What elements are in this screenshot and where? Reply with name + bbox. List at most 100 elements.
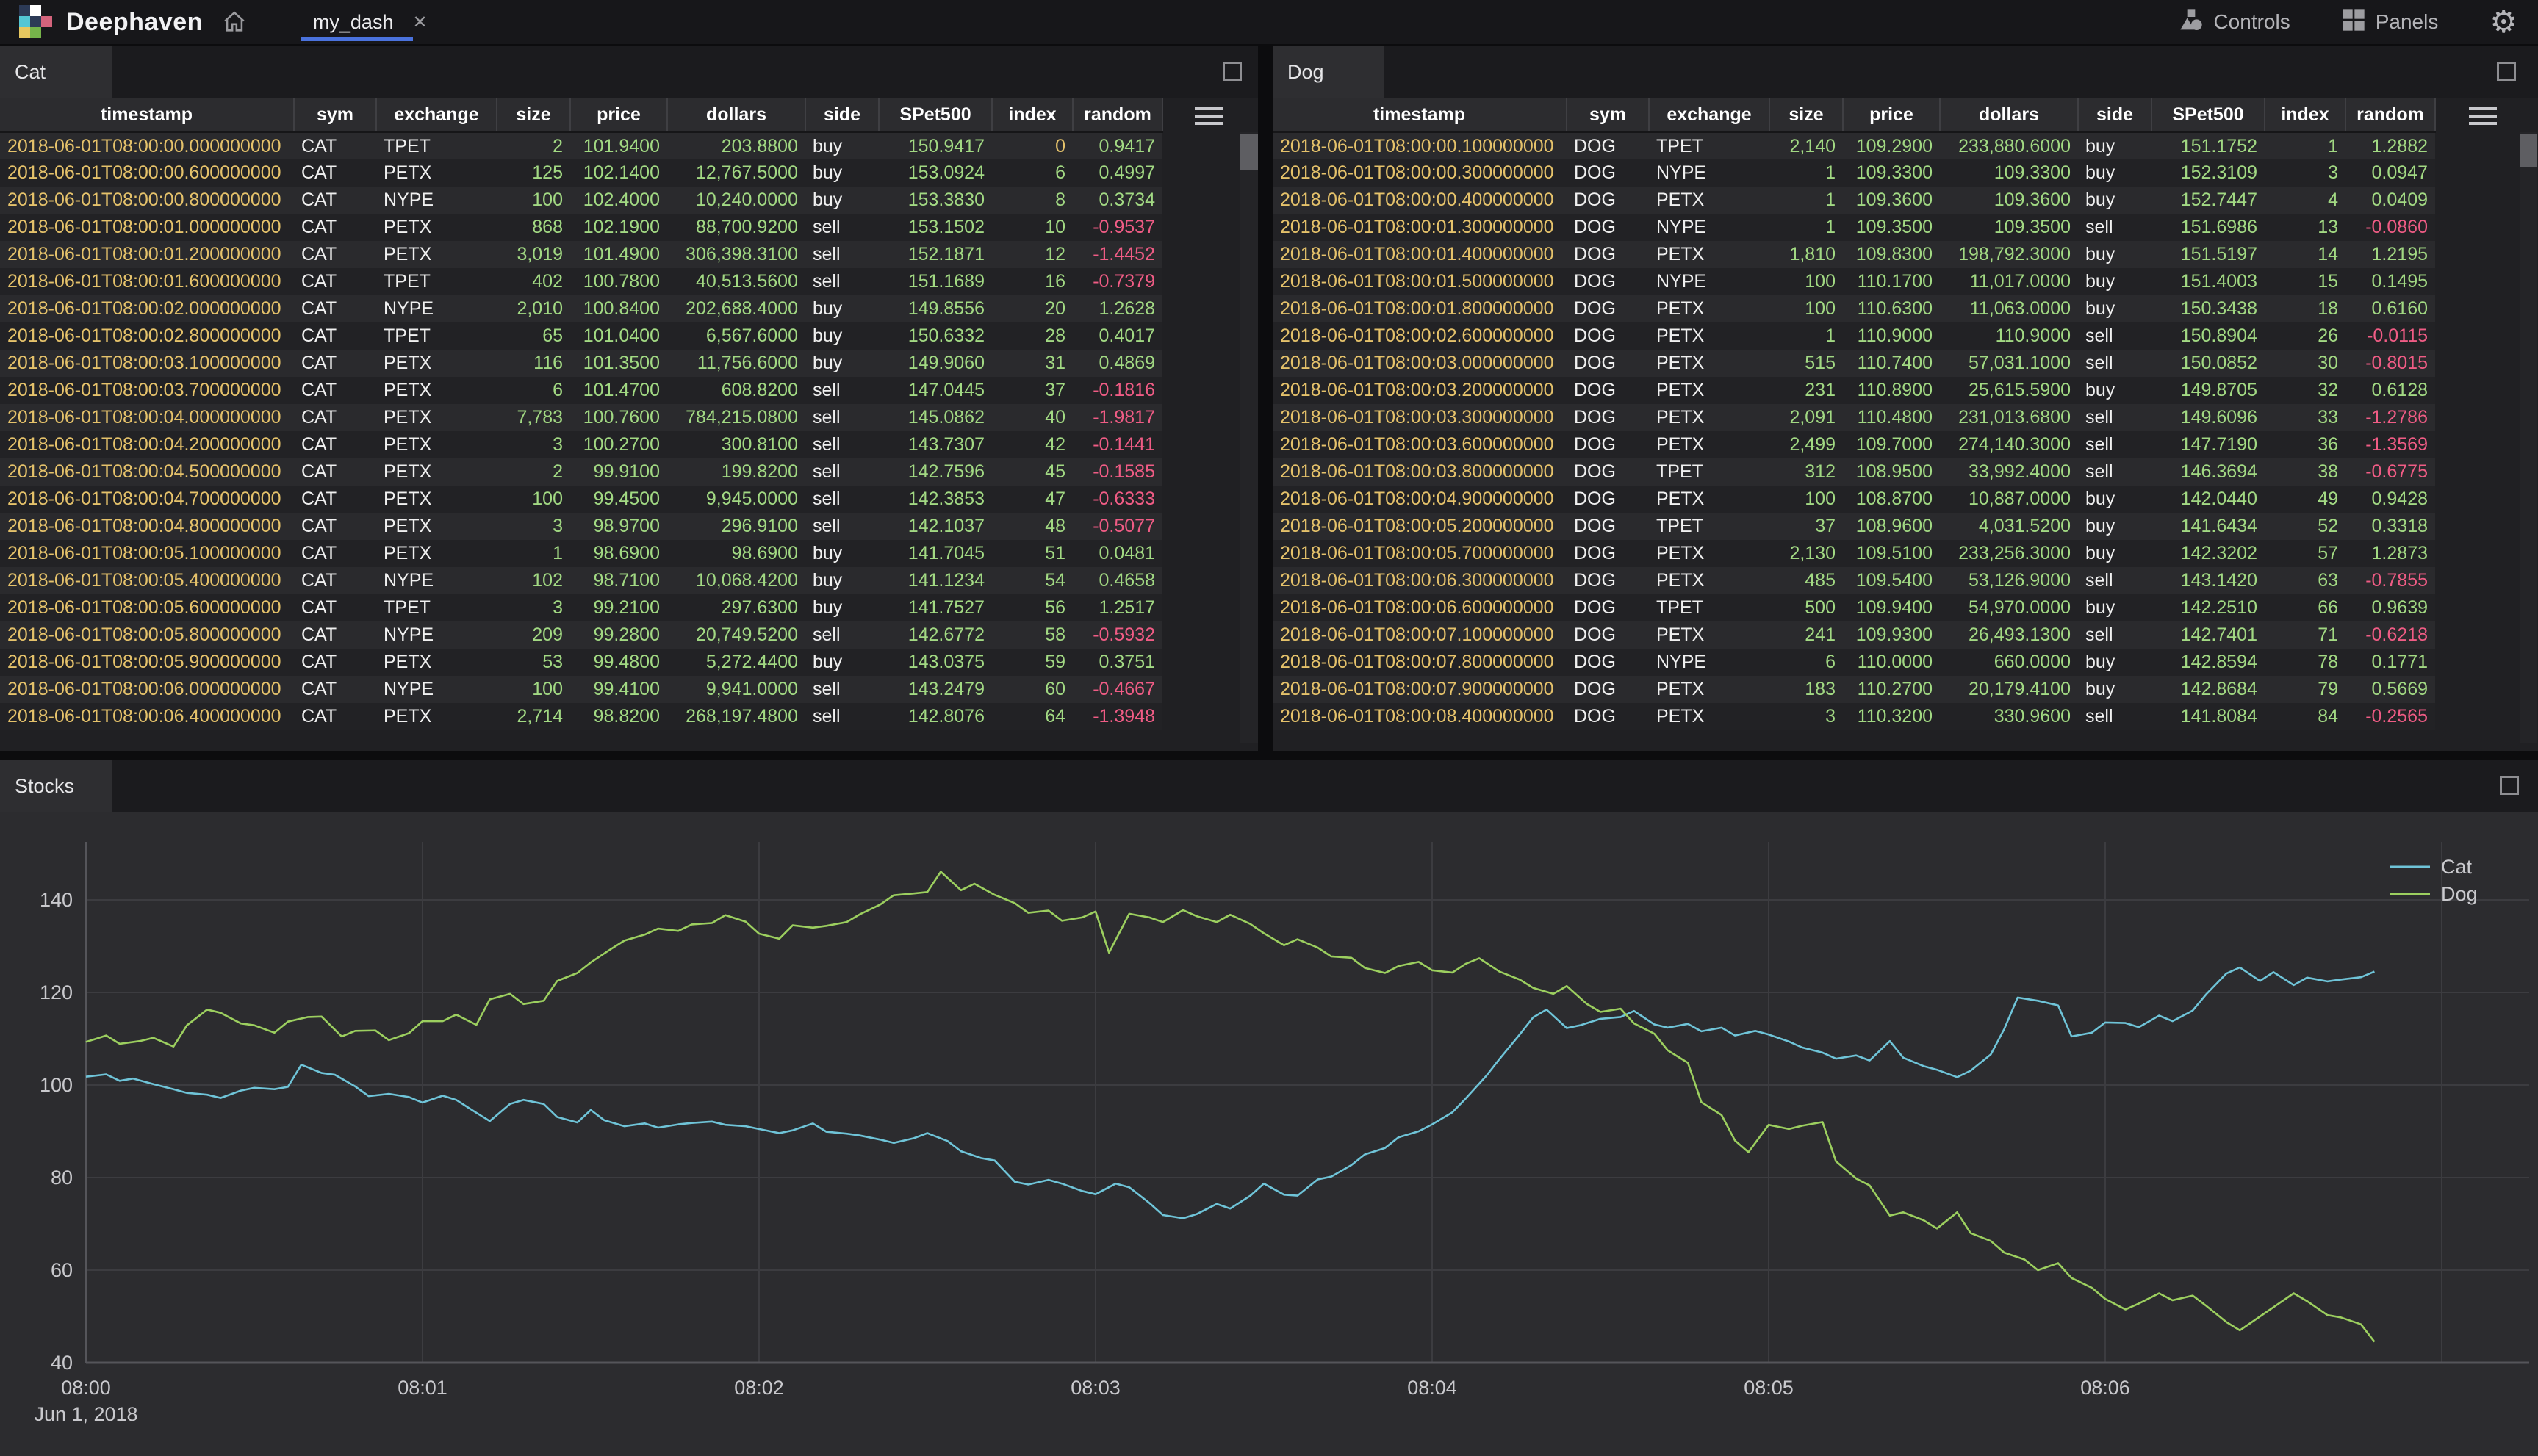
- column-header-sym[interactable]: sym: [294, 98, 376, 132]
- dog-table[interactable]: timestampsymexchangesizepricedollarsside…: [1273, 98, 2436, 730]
- table-row[interactable]: 2018-06-01T08:00:05.900000000CATPETX5399…: [0, 649, 1162, 676]
- column-header-price[interactable]: price: [1843, 98, 1940, 132]
- scrollbar-thumb[interactable]: [2520, 134, 2537, 167]
- table-row[interactable]: 2018-06-01T08:00:07.100000000DOGPETX2411…: [1273, 621, 2435, 649]
- table-row[interactable]: 2018-06-01T08:00:01.500000000DOGNYPE1001…: [1273, 268, 2435, 295]
- table-row[interactable]: 2018-06-01T08:00:00.400000000DOGPETX1109…: [1273, 187, 2435, 214]
- table-row[interactable]: 2018-06-01T08:00:04.500000000CATPETX299.…: [0, 458, 1162, 486]
- table-row[interactable]: 2018-06-01T08:00:07.800000000DOGNYPE6110…: [1273, 649, 2435, 676]
- table-row[interactable]: 2018-06-01T08:00:05.200000000DOGTPET3710…: [1273, 513, 2435, 540]
- column-header-spet500[interactable]: SPet500: [879, 98, 992, 132]
- column-header-exchange[interactable]: exchange: [376, 98, 497, 132]
- cell-exchange: PETX: [376, 241, 497, 268]
- column-header-random[interactable]: random: [2345, 98, 2435, 132]
- controls-button[interactable]: Controls: [2179, 8, 2290, 37]
- table-row[interactable]: 2018-06-01T08:00:06.600000000DOGTPET5001…: [1273, 594, 2435, 621]
- table-row[interactable]: 2018-06-01T08:00:01.200000000CATPETX3,01…: [0, 241, 1162, 268]
- panels-button[interactable]: Panels: [2342, 8, 2439, 37]
- table-menu-icon[interactable]: [2469, 107, 2497, 125]
- column-header-exchange[interactable]: exchange: [1649, 98, 1769, 132]
- table-menu-icon[interactable]: [1195, 107, 1223, 125]
- table-row[interactable]: 2018-06-01T08:00:04.200000000CATPETX3100…: [0, 431, 1162, 458]
- cell-price: 110.2700: [1843, 676, 1940, 703]
- table-row[interactable]: 2018-06-01T08:00:06.300000000DOGPETX4851…: [1273, 567, 2435, 594]
- table-row[interactable]: 2018-06-01T08:00:02.000000000CATNYPE2,01…: [0, 295, 1162, 322]
- table-row[interactable]: 2018-06-01T08:00:03.000000000DOGPETX5151…: [1273, 350, 2435, 377]
- column-header-price[interactable]: price: [570, 98, 667, 132]
- table-row[interactable]: 2018-06-01T08:00:06.400000000CATPETX2,71…: [0, 703, 1162, 730]
- settings-gear-icon[interactable]: ⚙: [2490, 7, 2517, 37]
- column-header-index[interactable]: index: [992, 98, 1073, 132]
- scrollbar-thumb[interactable]: [1240, 134, 1258, 170]
- table-row[interactable]: 2018-06-01T08:00:02.600000000DOGPETX1110…: [1273, 322, 2435, 350]
- table-row[interactable]: 2018-06-01T08:00:05.700000000DOGPETX2,13…: [1273, 540, 2435, 567]
- cat-table-scrollbar[interactable]: [1240, 132, 1258, 743]
- column-header-dollars[interactable]: dollars: [667, 98, 805, 132]
- table-row[interactable]: 2018-06-01T08:00:00.800000000CATNYPE1001…: [0, 187, 1162, 214]
- column-header-side[interactable]: side: [805, 98, 879, 132]
- maximize-panel-icon[interactable]: [2497, 62, 2516, 81]
- table-row[interactable]: 2018-06-01T08:00:03.300000000DOGPETX2,09…: [1273, 404, 2435, 431]
- stocks-line-chart[interactable]: 40608010012014008:0008:0108:0208:0308:04…: [0, 812, 2538, 1456]
- column-header-timestamp[interactable]: timestamp: [1273, 98, 1567, 132]
- table-row[interactable]: 2018-06-01T08:00:01.800000000DOGPETX1001…: [1273, 295, 2435, 322]
- home-icon[interactable]: [222, 10, 247, 35]
- dashboard-tab-my-dash[interactable]: my_dash ✕: [313, 0, 428, 44]
- table-row[interactable]: 2018-06-01T08:00:03.700000000CATPETX6101…: [0, 377, 1162, 404]
- table-row[interactable]: 2018-06-01T08:00:03.100000000CATPETX1161…: [0, 350, 1162, 377]
- table-row[interactable]: 2018-06-01T08:00:04.700000000CATPETX1009…: [0, 486, 1162, 513]
- cell-side: buy: [2078, 649, 2151, 676]
- cell-spet500: 153.0924: [879, 159, 992, 187]
- table-row[interactable]: 2018-06-01T08:00:04.900000000DOGPETX1001…: [1273, 486, 2435, 513]
- close-tab-icon[interactable]: ✕: [412, 12, 427, 33]
- cell-sym: DOG: [1567, 214, 1649, 241]
- column-header-timestamp[interactable]: timestamp: [0, 98, 294, 132]
- cell-random: -0.9537: [1073, 214, 1162, 241]
- cell-index: 12: [992, 241, 1073, 268]
- column-header-dollars[interactable]: dollars: [1940, 98, 2078, 132]
- column-header-random[interactable]: random: [1073, 98, 1162, 132]
- table-row[interactable]: 2018-06-01T08:00:01.600000000CATTPET4021…: [0, 268, 1162, 295]
- cat-table[interactable]: timestampsymexchangesizepricedollarsside…: [0, 98, 1163, 730]
- column-header-size[interactable]: size: [1769, 98, 1843, 132]
- table-row[interactable]: 2018-06-01T08:00:01.400000000DOGPETX1,81…: [1273, 241, 2435, 268]
- table-row[interactable]: 2018-06-01T08:00:02.800000000CATTPET6510…: [0, 322, 1162, 350]
- table-row[interactable]: 2018-06-01T08:00:03.600000000DOGPETX2,49…: [1273, 431, 2435, 458]
- table-row[interactable]: 2018-06-01T08:00:03.200000000DOGPETX2311…: [1273, 377, 2435, 404]
- table-row[interactable]: 2018-06-01T08:00:01.300000000DOGNYPE1109…: [1273, 214, 2435, 241]
- column-header-spet500[interactable]: SPet500: [2151, 98, 2265, 132]
- table-row[interactable]: 2018-06-01T08:00:07.900000000DOGPETX1831…: [1273, 676, 2435, 703]
- table-row[interactable]: 2018-06-01T08:00:04.000000000CATPETX7,78…: [0, 404, 1162, 431]
- tab-stocks[interactable]: Stocks: [0, 760, 112, 812]
- table-row[interactable]: 2018-06-01T08:00:00.100000000DOGTPET2,14…: [1273, 132, 2435, 159]
- table-row[interactable]: 2018-06-01T08:00:04.800000000CATPETX398.…: [0, 513, 1162, 540]
- maximize-panel-icon[interactable]: [2500, 776, 2519, 795]
- maximize-panel-icon[interactable]: [1223, 62, 1242, 81]
- table-row[interactable]: 2018-06-01T08:00:08.400000000DOGPETX3110…: [1273, 703, 2435, 730]
- table-row[interactable]: 2018-06-01T08:00:05.100000000CATPETX198.…: [0, 540, 1162, 567]
- legend-label-cat[interactable]: Cat: [2441, 856, 2473, 878]
- column-header-index[interactable]: index: [2265, 98, 2345, 132]
- table-row[interactable]: 2018-06-01T08:00:00.600000000CATPETX1251…: [0, 159, 1162, 187]
- table-row[interactable]: 2018-06-01T08:00:01.000000000CATPETX8681…: [0, 214, 1162, 241]
- cell-size: 500: [1769, 594, 1843, 621]
- cell-index: 56: [992, 594, 1073, 621]
- cell-size: 53: [497, 649, 570, 676]
- tab-dog[interactable]: Dog: [1273, 46, 1384, 98]
- table-row[interactable]: 2018-06-01T08:00:05.400000000CATNYPE1029…: [0, 567, 1162, 594]
- cell-exchange: PETX: [376, 159, 497, 187]
- table-row[interactable]: 2018-06-01T08:00:05.600000000CATTPET399.…: [0, 594, 1162, 621]
- column-header-size[interactable]: size: [497, 98, 570, 132]
- tab-cat[interactable]: Cat: [0, 46, 112, 98]
- dog-table-scrollbar[interactable]: [2520, 132, 2537, 743]
- cell-index: 26: [2265, 322, 2345, 350]
- table-row[interactable]: 2018-06-01T08:00:00.000000000CATTPET2101…: [0, 132, 1162, 159]
- table-row[interactable]: 2018-06-01T08:00:03.800000000DOGTPET3121…: [1273, 458, 2435, 486]
- table-row[interactable]: 2018-06-01T08:00:05.800000000CATNYPE2099…: [0, 621, 1162, 649]
- column-header-sym[interactable]: sym: [1567, 98, 1649, 132]
- table-row[interactable]: 2018-06-01T08:00:06.000000000CATNYPE1009…: [0, 676, 1162, 703]
- table-row[interactable]: 2018-06-01T08:00:00.300000000DOGNYPE1109…: [1273, 159, 2435, 187]
- column-header-side[interactable]: side: [2078, 98, 2151, 132]
- tab-stocks-label: Stocks: [15, 775, 74, 798]
- legend-label-dog[interactable]: Dog: [2441, 883, 2478, 905]
